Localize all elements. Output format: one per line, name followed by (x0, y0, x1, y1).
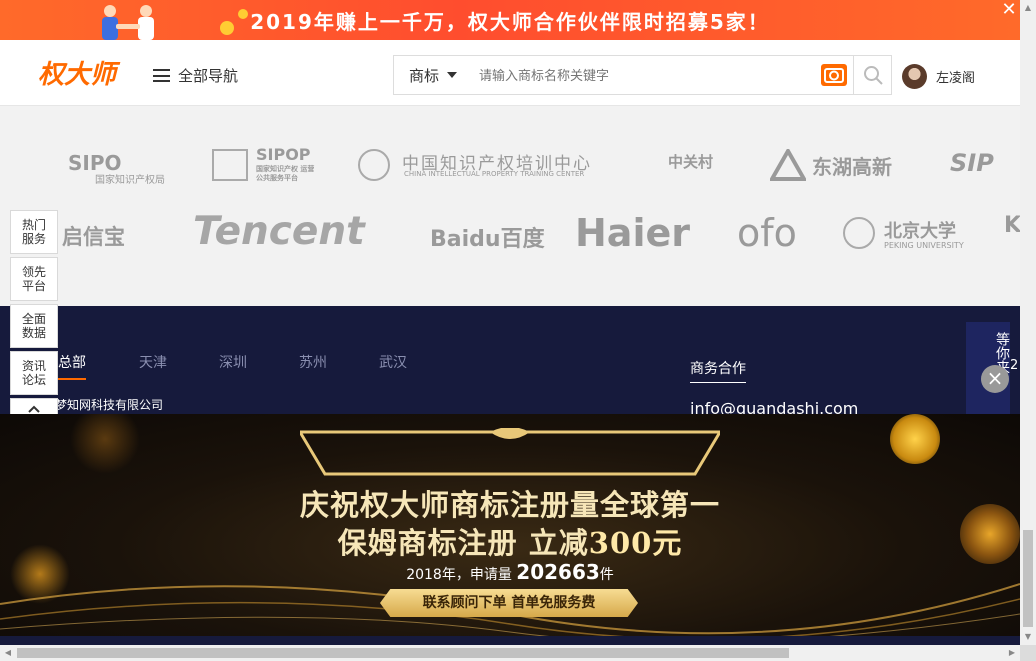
partner-logo-qixinbao: 启信宝 (62, 225, 125, 249)
partner-logo-donghu: 东湖高新 (812, 155, 892, 179)
wait-count: 2 (1010, 358, 1019, 373)
top-promo-banner[interactable]: 2019年赚上一千万，权大师合作伙伴限时招募5家！ ✕ (0, 0, 1020, 40)
search-icon (863, 66, 883, 85)
partner-logo-pku: 北京大学 (884, 221, 956, 242)
promo-subheadline: 保姆商标注册 立减300元 (0, 520, 1020, 562)
promo-sub-prefix: 保姆商标注册 立减 (337, 526, 589, 560)
company-name: 梦知网科技有限公司 (55, 398, 164, 412)
search-category-label: 商标 (409, 66, 440, 85)
side-float-menu: 热门 服务 领先 平台 全面 数据 资讯 论坛 (10, 210, 58, 420)
scroll-right-arrow-icon[interactable]: ▶ (1004, 645, 1020, 661)
partner-logo-sipo-caption: 国家知识产权局 (95, 175, 165, 186)
donghu-mark-icon (770, 149, 806, 181)
side-item-hot-services[interactable]: 热门 服务 (10, 210, 58, 254)
close-icon: × (986, 366, 1004, 390)
business-title: 商务合作 (690, 358, 746, 383)
camera-icon (821, 64, 847, 86)
city-tab-shenzhen[interactable]: 深圳 (219, 352, 247, 372)
close-icon[interactable]: ✕ (1000, 1, 1018, 20)
city-tab-wuhan[interactable]: 武汉 (379, 352, 407, 372)
peking-university-seal-icon (843, 217, 875, 249)
search-bar: 商标 (393, 55, 892, 95)
partner-logo-training-center-en: CHINA INTELLECTUAL PROPERTY TRAINING CEN… (404, 170, 585, 178)
caret-down-icon (447, 72, 458, 78)
contact-advisor-button[interactable]: 联系顾问下单 首单免服务费 (380, 589, 638, 617)
close-popup-button[interactable]: × (981, 365, 1009, 393)
partner-logo-pku-en: PEKING UNIVERSITY (884, 241, 964, 250)
promo-stat-value: 202663 (516, 560, 600, 584)
gold-promo-popup[interactable]: 庆祝权大师商标注册量全球第一 保姆商标注册 立减300元 2018年，申请量 2… (0, 414, 1020, 636)
partner-logo-ofo: ofo (737, 211, 797, 255)
chevron-up-icon (28, 405, 40, 413)
search-input[interactable] (466, 56, 815, 94)
partner-logo-k: K (1004, 213, 1022, 238)
all-nav-label: 全部导航 (178, 67, 239, 85)
menu-icon (153, 69, 170, 82)
partner-logo-tencent: Tencent (193, 209, 365, 254)
promo-text: 2019年赚上一千万，权大师合作伙伴限时招募5家！ (250, 9, 770, 34)
partner-logo-sipop: SIPOP (256, 145, 311, 164)
avatar (902, 64, 927, 89)
city-tab-hq[interactable]: 总部 (58, 352, 86, 380)
gold-frame-ornament (300, 428, 720, 476)
scroll-down-arrow-icon[interactable]: ▼ (1020, 629, 1036, 645)
vertical-scroll-thumb[interactable] (1023, 530, 1033, 627)
horizontal-scroll-thumb[interactable] (17, 648, 789, 658)
scroll-left-arrow-icon[interactable]: ◀ (0, 645, 16, 661)
partner-logo-sipop-caption: 国家知识产权 运营公共服务平台 (256, 165, 315, 182)
coins-icon (220, 9, 248, 35)
user-menu[interactable]: 左凌阁 (902, 64, 975, 89)
city-tab-suzhou[interactable]: 苏州 (299, 352, 327, 372)
vertical-scrollbar[interactable]: ▲ ▼ (1020, 0, 1036, 645)
partner-logo-baidu: Baidu百度 (430, 227, 545, 252)
handshake-people-illustration (102, 5, 154, 40)
scrollbar-corner (1020, 645, 1036, 661)
search-category-select[interactable]: 商标 (394, 65, 466, 86)
promo-stat: 2018年，申请量 202663件 (0, 560, 1020, 584)
bokeh-light (890, 414, 940, 464)
camera-search-button[interactable] (815, 56, 853, 94)
site-header: 权大师 全部导航 商标 左凌阁 (0, 40, 1020, 106)
promo-stat-prefix: 2018年，申请量 (406, 567, 512, 583)
search-button[interactable] (853, 56, 891, 94)
partner-logo-zhongguancun: 中关村 (668, 153, 714, 171)
sipop-mark-icon (212, 149, 248, 181)
footer-bottom-strip (0, 636, 1020, 645)
promo-headline: 庆祝权大师商标注册量全球第一 (299, 488, 720, 522)
site-logo[interactable]: 权大师 (38, 54, 116, 91)
footer: 总部 天津 深圳 苏州 武汉 梦知网科技有限公司 商务合作 info@quand… (0, 306, 1020, 418)
all-nav-button[interactable]: 全部导航 (153, 65, 238, 86)
user-name: 左凌阁 (936, 71, 976, 86)
partner-logo-haier: Haier (575, 211, 690, 255)
partner-logo-sip: SIP (950, 149, 994, 177)
side-item-news-forum[interactable]: 资讯 论坛 (10, 351, 58, 395)
scroll-up-arrow-icon[interactable]: ▲ (1020, 0, 1036, 16)
city-tab-tianjin[interactable]: 天津 (139, 352, 167, 372)
partner-logos: SIPO 国家知识产权局 SIPOP 国家知识产权 运营公共服务平台 中国知识产… (0, 107, 1022, 306)
bokeh-light (70, 414, 140, 474)
side-item-full-data[interactable]: 全面 数据 (10, 304, 58, 348)
horizontal-scrollbar[interactable]: ◀ ▶ (0, 645, 1020, 661)
promo-discount-amount: 300元 (588, 526, 683, 560)
promo-stat-unit: 件 (599, 567, 614, 583)
training-center-seal-icon (358, 149, 390, 181)
side-item-leading-platform[interactable]: 领先 平台 (10, 257, 58, 301)
